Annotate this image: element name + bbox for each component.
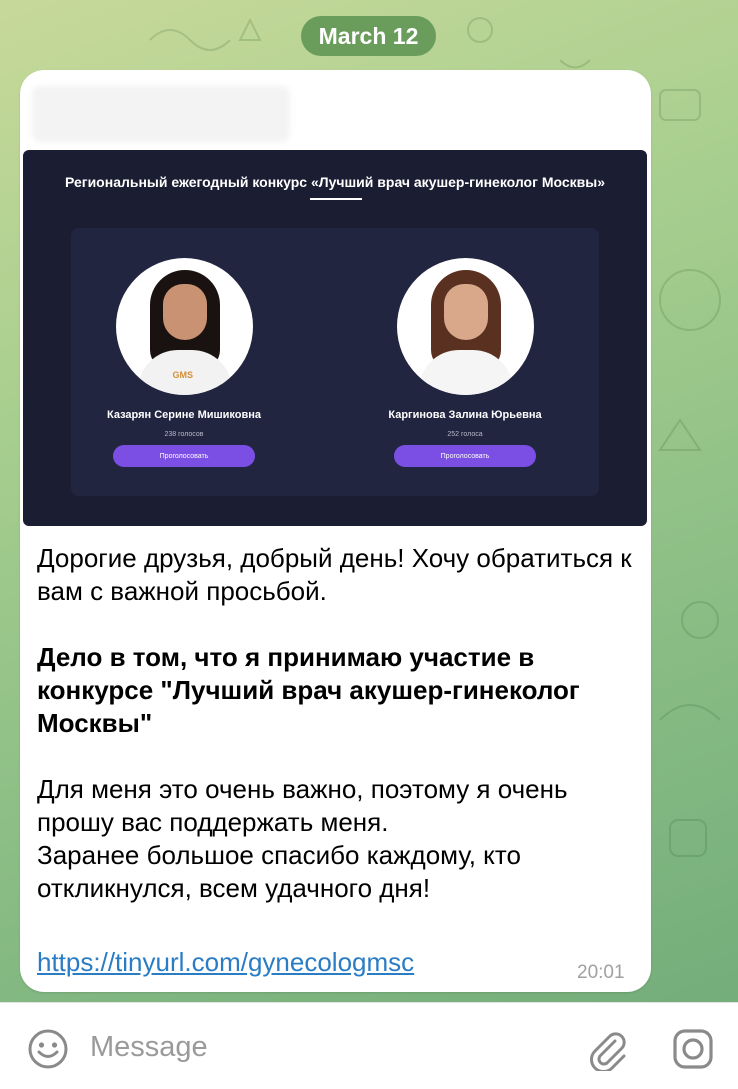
- message-text: Дорогие друзья, добрый день! Хочу обрати…: [37, 542, 641, 905]
- vote-button[interactable]: Проголосовать: [113, 445, 255, 467]
- message-paragraph-bold: Дело в том, что я принимаю участие в кон…: [37, 642, 580, 738]
- candidate-photo: [396, 258, 534, 395]
- message-timestamp: 20:01: [577, 962, 625, 983]
- clinic-logo: GMS: [172, 370, 194, 380]
- message-input[interactable]: Message: [90, 1031, 208, 1064]
- blurred-sender-header: [32, 86, 290, 142]
- candidate-votes: 238 голосов: [164, 431, 204, 438]
- contest-title: Региональный ежегодный конкурс «Лучший в…: [64, 174, 606, 190]
- title-underline: [310, 198, 362, 200]
- candidate-name: Казарян Серине Мишиковна: [106, 409, 262, 421]
- vote-button[interactable]: Проголосовать: [394, 445, 536, 467]
- smile-icon[interactable]: [26, 1027, 70, 1071]
- candidate-photo: GMS: [115, 258, 253, 395]
- candidate-name: Каргинова Залина Юрьевна: [388, 409, 542, 421]
- paperclip-icon[interactable]: [585, 1027, 629, 1071]
- message-paragraph: Для меня это очень важно, поэтому я очен…: [37, 774, 568, 837]
- message-paragraph: Дорогие друзья, добрый день! Хочу обрати…: [37, 543, 632, 606]
- post-image[interactable]: Региональный ежегодный конкурс «Лучший в…: [23, 150, 647, 526]
- message-paragraph: Заранее большое спасибо каждому, кто отк…: [37, 840, 521, 903]
- message-input-bar: Message: [0, 1002, 738, 1089]
- candidate-votes: 252 голоса: [447, 431, 483, 438]
- date-separator: March 12: [301, 16, 436, 56]
- message-bubble[interactable]: Региональный ежегодный конкурс «Лучший в…: [20, 70, 651, 992]
- camera-icon[interactable]: [671, 1027, 715, 1071]
- candidates-card: GMS Казарян Серине Мишиковна 238 голосов…: [71, 228, 599, 496]
- candidate-card: GMS Казарян Серине Мишиковна 238 голосов…: [64, 258, 304, 467]
- candidate-card: Каргинова Залина Юрьевна 252 голоса Прог…: [345, 258, 585, 467]
- message-link[interactable]: https://tinyurl.com/gynecologmsc: [37, 946, 414, 979]
